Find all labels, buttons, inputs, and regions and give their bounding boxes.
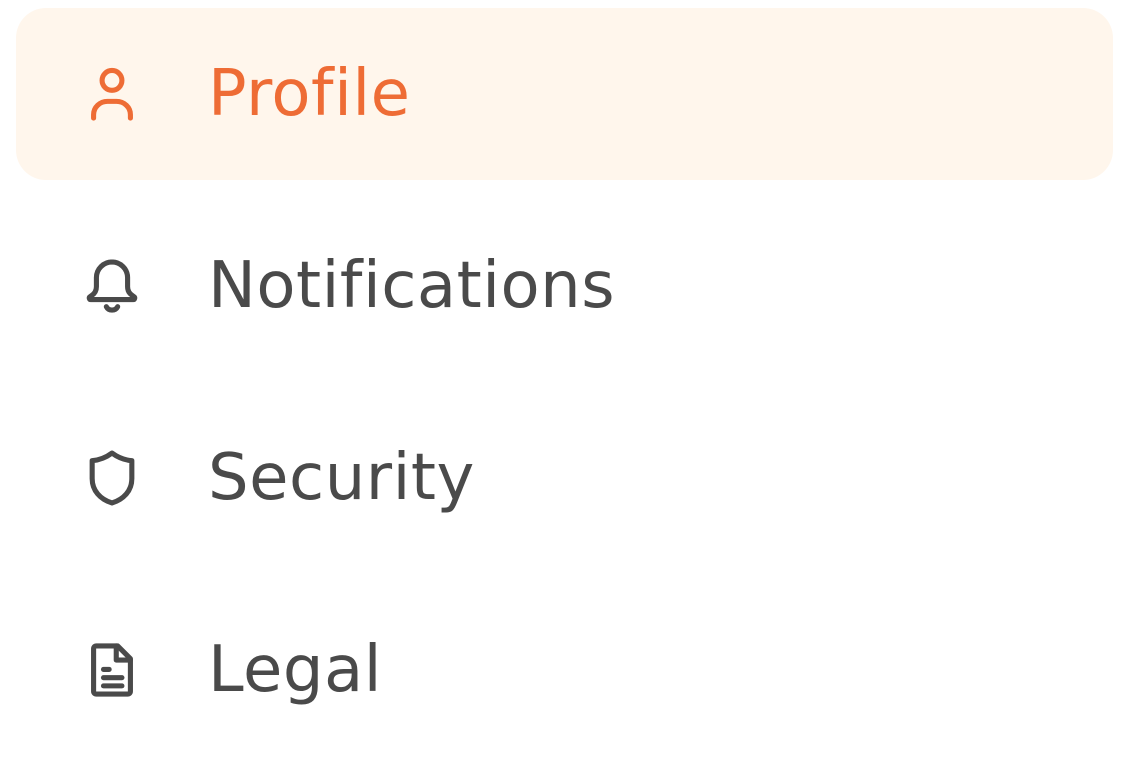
menu-item-label: Profile [208,57,411,131]
menu-item-notifications[interactable]: Notifications [16,200,1113,372]
menu-item-label: Legal [208,633,383,707]
user-icon [78,60,146,128]
bell-icon [78,252,146,320]
menu-item-legal[interactable]: Legal [16,584,1113,756]
menu-item-security[interactable]: Security [16,392,1113,564]
menu-item-profile[interactable]: Profile [16,8,1113,180]
shield-icon [78,444,146,512]
settings-menu: Profile Notifications Security Legal [16,8,1113,776]
menu-item-label: Notifications [208,249,616,323]
document-icon [78,636,146,704]
menu-item-label: Security [208,441,475,515]
